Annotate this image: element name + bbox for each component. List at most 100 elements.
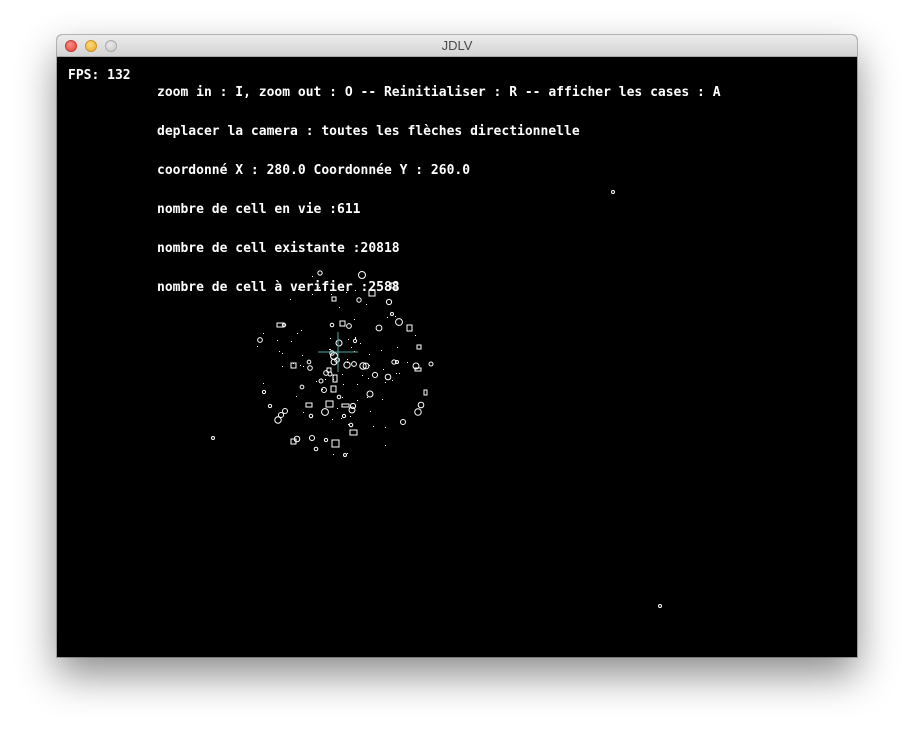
cell [407,362,408,363]
cell [343,384,344,385]
cell [277,340,278,341]
cell [323,437,329,443]
cell [658,604,662,608]
info-overlay: zoom in : I, zoom out : O -- Reinitialis… [157,60,721,320]
cell [370,411,371,412]
cell [321,408,329,416]
cell [346,323,352,329]
cell [369,354,370,355]
cell [313,446,319,452]
cell [367,397,368,398]
cell [261,389,267,395]
cell [303,412,304,413]
cell [331,439,340,448]
cell [360,343,361,344]
cell [373,426,374,427]
cell [415,335,416,336]
cell [330,338,331,339]
cell [339,320,346,327]
cell [291,341,292,342]
cell [385,445,386,446]
cell [306,359,312,365]
cell [335,339,343,347]
cell [282,353,283,354]
cell [357,400,358,401]
cell [348,339,349,340]
cell [301,330,302,331]
cell [257,337,263,343]
cell [318,378,324,384]
cell [397,347,398,348]
cell [263,333,264,334]
coordinates-line: coordonné X : 280.0 Coordonnée Y : 260.0 [157,163,471,178]
cell [282,366,283,367]
cell [355,338,356,339]
cell [330,385,337,393]
cell [296,396,297,397]
cell [274,416,282,424]
cell [330,349,331,350]
cell [385,427,386,428]
cell [333,454,334,455]
cell [416,344,422,350]
cell [303,366,304,367]
cell [263,383,264,384]
cell [332,419,333,420]
cell [316,381,317,382]
cell [366,390,374,398]
cell [305,402,313,408]
cell [406,324,413,332]
app-window: JDLV FPS: 132 zoom in : I, zoom out : O … [57,35,857,657]
title-bar[interactable]: JDLV [57,35,857,57]
cell [347,359,348,360]
cell [325,400,334,408]
cell [279,351,280,352]
cell [399,373,400,374]
cell [341,418,342,419]
existing-cells-line: nombre de cell existante :20818 [157,241,400,256]
cell [329,349,330,350]
cell [341,413,347,419]
cell [333,375,334,376]
alive-cells-line: nombre de cell en vie :611 [157,202,361,217]
cell [293,363,294,364]
cell [347,453,348,454]
cells-to-check-line: nombre de cell à verifier :2588 [157,280,400,295]
cell [267,403,273,409]
cell [281,407,289,415]
cell [417,401,425,409]
cell [302,355,303,356]
cell [308,413,314,419]
cell [351,361,357,367]
game-of-life-canvas[interactable]: FPS: 132 zoom in : I, zoom out : O -- Re… [57,57,857,657]
cell [336,394,342,400]
cell [371,371,379,379]
cell [396,373,397,374]
cell [400,419,406,425]
cell [351,347,352,348]
cell [350,416,351,417]
cell [382,399,383,400]
cell [414,367,422,372]
cell [299,384,305,390]
cell [414,408,422,416]
cell [362,375,363,376]
cell [307,365,313,371]
cell [325,379,326,380]
cell [423,389,428,396]
cell [341,403,350,408]
cell [342,374,343,375]
cell [392,380,393,381]
cell [428,361,434,367]
cell [348,422,354,428]
cell [355,337,356,338]
cell [357,384,358,385]
cell [211,436,215,440]
cell [329,322,335,328]
cell [381,350,382,351]
cell [300,365,301,366]
cell [349,429,358,436]
cell [383,369,384,370]
cell [385,382,386,383]
cell [257,346,258,347]
